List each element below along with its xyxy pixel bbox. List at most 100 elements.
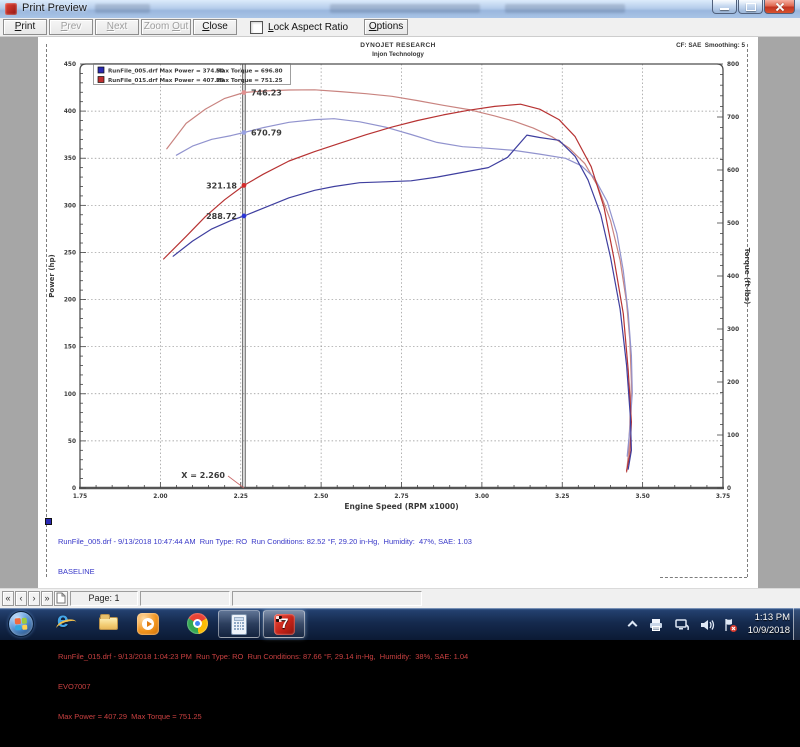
svg-text:1.75: 1.75 (73, 494, 87, 500)
next-button[interactable]: Next (95, 19, 139, 35)
maximize-icon (746, 3, 756, 11)
statusbar: « ‹ › » Page: 1 (0, 588, 800, 608)
screen: Print Preview Print Prev Next Zoom Out C… (0, 0, 800, 721)
last-page-button[interactable]: » (41, 591, 53, 606)
chevron-up-icon (627, 620, 638, 631)
run2-name: EVO7007 (58, 682, 91, 691)
lock-aspect-wrap: Lock Aspect Ratio (250, 20, 349, 34)
run2-max: Max Power = 407.29 Max Torque = 751.25 (58, 712, 202, 721)
svg-text:3.25: 3.25 (555, 494, 569, 500)
speaker-icon (701, 620, 715, 630)
window-title: Print Preview (22, 2, 87, 14)
svg-text:3.75: 3.75 (716, 494, 730, 500)
titlebar-ghost-text (95, 4, 150, 13)
clock-time: 1:13 PM (754, 612, 790, 623)
svg-text:150: 150 (64, 345, 76, 351)
page-setup-button[interactable] (54, 591, 68, 606)
svg-text:800: 800 (727, 62, 739, 68)
media-player-taskbar-icon[interactable] (137, 613, 159, 635)
media-player-icon (137, 613, 159, 635)
svg-text:Torque (ft-lbs): Torque (ft-lbs) (743, 248, 751, 305)
svg-text:746.23: 746.23 (251, 88, 282, 97)
svg-text:450: 450 (64, 62, 76, 68)
close-preview-button[interactable]: Close (193, 19, 237, 35)
svg-text:2.00: 2.00 (153, 494, 167, 500)
svg-text:X = 2.260: X = 2.260 (181, 471, 225, 480)
svg-text:700: 700 (727, 115, 739, 121)
action-center-tray-icon[interactable] (722, 617, 738, 633)
options-button[interactable]: Options (364, 19, 409, 35)
winpep-taskbar-button[interactable]: 7 (263, 610, 305, 638)
svg-text:200: 200 (727, 380, 739, 386)
svg-text:Power (hp): Power (hp) (48, 254, 56, 297)
run1-name: BASELINE (58, 567, 95, 576)
svg-text:200: 200 (64, 298, 76, 304)
status-pane-2 (140, 591, 230, 606)
svg-text:Max Torque = 696.80: Max Torque = 696.80 (216, 69, 283, 75)
dyno-chart: 1.75 2.00 2.25 2.50 2.75 3.00 3.25 3.50 3.75 0 50 1… (48, 62, 751, 511)
svg-text:2.50: 2.50 (314, 494, 328, 500)
calculator-icon (231, 614, 247, 635)
printer-tray-icon[interactable] (648, 617, 664, 633)
status-pane-3 (232, 591, 422, 606)
svg-text:Engine Speed (RPM x1000): Engine Speed (RPM x1000) (344, 502, 458, 511)
show-desktop-button[interactable] (793, 608, 800, 640)
start-button[interactable] (8, 611, 34, 637)
windows-explorer-taskbar-icon[interactable] (98, 613, 120, 635)
close-icon (775, 2, 785, 12)
svg-text:100: 100 (64, 392, 76, 398)
svg-text:350: 350 (64, 156, 76, 162)
page-number-pane: Page: 1 (70, 591, 138, 606)
svg-text:2.75: 2.75 (394, 494, 408, 500)
next-page-button[interactable]: › (28, 591, 40, 606)
folder-icon (99, 614, 118, 630)
printer-icon (650, 619, 662, 631)
svg-text:600: 600 (727, 168, 739, 174)
winpep-icon: 7 (274, 614, 295, 635)
clock-date: 10/9/2018 (747, 625, 790, 636)
svg-text:288.72: 288.72 (206, 212, 237, 221)
prev-button[interactable]: Prev (49, 19, 93, 35)
minimize-icon (720, 8, 729, 10)
svg-text:3.50: 3.50 (635, 494, 649, 500)
flag-icon (725, 619, 737, 632)
network-icon (675, 619, 689, 631)
svg-text:250: 250 (64, 250, 76, 256)
run-bullet-blue (45, 518, 52, 525)
page-icon (56, 592, 66, 604)
svg-text:0: 0 (72, 486, 76, 492)
tray-clock[interactable]: 1:13 PM 10/9/2018 (738, 611, 790, 637)
chrome-taskbar-icon[interactable] (187, 613, 209, 635)
taskbar: e 7 1:13 PM 10/9/2018 (0, 608, 800, 640)
tray-expand-button[interactable] (626, 617, 642, 633)
lock-aspect-checkbox[interactable] (250, 20, 263, 34)
titlebar-ghost-text (330, 4, 480, 13)
print-button[interactable]: Print (3, 19, 47, 35)
svg-text:2.25: 2.25 (234, 494, 248, 500)
volume-tray-icon[interactable] (699, 617, 715, 633)
close-button[interactable] (764, 0, 795, 14)
toolbar: Print Prev Next Zoom Out Close Lock Aspe… (0, 18, 800, 37)
titlebar[interactable]: Print Preview (0, 0, 800, 19)
run-annotation-evo7007: RunFile_015.drf - 9/13/2018 1:04:23 PM R… (45, 632, 472, 742)
calculator-taskbar-button[interactable] (218, 610, 260, 638)
svg-text:0: 0 (727, 486, 731, 492)
run1-details: RunFile_005.drf - 9/13/2018 10:47:44 AM … (58, 537, 472, 546)
lock-aspect-label: Lock Aspect Ratio (268, 21, 349, 33)
windows-flag-icon (14, 617, 28, 631)
minimize-button[interactable] (712, 0, 737, 14)
svg-text:Max Torque = 751.25: Max Torque = 751.25 (216, 78, 283, 84)
prev-page-button[interactable]: ‹ (15, 591, 27, 606)
svg-text:670.79: 670.79 (251, 128, 282, 137)
svg-text:50: 50 (68, 439, 76, 445)
zoom-out-button[interactable]: Zoom Out (141, 19, 191, 35)
first-page-button[interactable]: « (2, 591, 14, 606)
maximize-button[interactable] (738, 0, 763, 14)
network-tray-icon[interactable] (674, 617, 690, 633)
titlebar-ghost-text (505, 4, 625, 13)
svg-text:400: 400 (727, 274, 739, 280)
preview-page: DYNOJET RESEARCH Injon Technology CF: SA… (38, 37, 758, 721)
svg-text:500: 500 (727, 221, 739, 227)
svg-text:400: 400 (64, 109, 76, 115)
internet-explorer-taskbar-icon[interactable]: e (54, 609, 79, 635)
